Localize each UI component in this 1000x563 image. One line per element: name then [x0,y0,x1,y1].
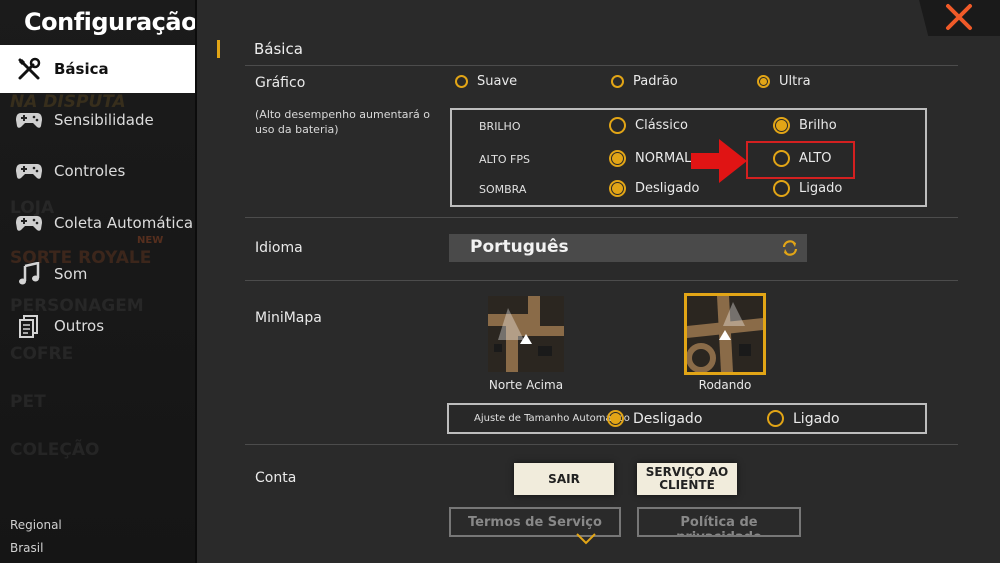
graphics-option-ultra[interactable]: Ultra [757,74,811,89]
radio-button[interactable] [609,117,626,134]
document-icon [14,311,44,341]
minimap-option-label: Rodando [698,378,752,392]
radio-button[interactable] [611,75,624,88]
language-value: Português [470,237,569,257]
customer-service-button[interactable]: SERVIÇO AO CLIENTE [637,463,737,495]
region-value: Brasil [10,541,44,555]
option-label: Clássico [635,118,688,133]
minimap-rotating-thumb[interactable] [684,293,766,375]
graphics-option-padrao[interactable]: Padrão [611,74,678,89]
section-title: Básica [254,40,303,58]
highlight-box [746,141,855,179]
sidebar-item-label: Outros [54,317,105,335]
red-arrow-icon [691,139,747,183]
logout-button[interactable]: SAIR [514,463,614,495]
auto-size-option-desligado[interactable]: Desligado [607,410,702,427]
page-title: Configuração [24,8,197,36]
graphics-option-suave[interactable]: Suave [455,74,517,89]
sombra-option-ligado[interactable]: Ligado [773,180,842,197]
settings-panel: Básica Gráfico (Alto desempenho aumentar… [199,0,1000,563]
sidebar-item-coleta-automatica[interactable]: Coleta Automática [0,199,195,247]
radio-button[interactable] [773,117,790,134]
graphics-note: (Alto desempenho aumentará o uso da bate… [255,108,431,136]
gamepad-icon [14,156,44,186]
fps-option-normal[interactable]: NORMAL [609,150,691,167]
radio-button[interactable] [757,75,770,88]
sidebar-item-label: Coleta Automática [54,214,194,232]
option-label: NORMAL [635,151,692,166]
option-label: Desligado [633,410,703,427]
minimap-label: MiniMapa [255,310,322,326]
music-note-icon [14,259,44,289]
sidebar-item-som[interactable]: Som [0,250,195,298]
chevron-down-icon[interactable] [575,532,597,546]
radio-button[interactable] [609,150,626,167]
minimap-north-up-thumb[interactable] [488,296,564,372]
sombra-option-desligado[interactable]: Desligado [609,180,699,197]
background-label: COLEÇÃO [10,440,100,460]
option-label: Brilho [799,118,837,133]
region-label: Regional [10,518,62,532]
radio-button[interactable] [773,180,790,197]
divider [245,444,958,445]
refresh-icon[interactable] [781,239,799,257]
gamepad-icon [14,105,44,135]
brilho-option-brilho[interactable]: Brilho [773,117,837,134]
option-label: Ligado [793,410,840,427]
radio-button[interactable] [607,410,624,427]
radio-button[interactable] [455,75,468,88]
sidebar-item-label: Básica [54,60,109,78]
radio-button[interactable] [609,180,626,197]
language-selector[interactable]: Português [449,234,807,262]
sidebar-item-basica[interactable]: Básica [0,45,195,93]
sidebar-item-outros[interactable]: Outros [0,302,195,350]
alto-fps-label: ALTO FPS [479,153,530,166]
sidebar-item-label: Sensibilidade [54,111,154,129]
option-label: Ligado [799,181,843,196]
privacy-policy-button[interactable]: Política de privacidade [637,507,801,537]
minimap-option-label: Norte Acima [488,378,564,392]
sidebar-item-label: Controles [54,162,126,180]
graphics-label: Gráfico [255,75,306,91]
option-label: Padrão [633,74,678,89]
sidebar-item-controles[interactable]: Controles [0,147,195,195]
sidebar: NA DISPUTA LOJA SORTE ROYALE NEW PERSONA… [0,0,197,563]
gamepad-icon [14,208,44,238]
close-icon[interactable] [944,2,974,32]
divider [245,65,958,66]
tools-icon [14,54,44,84]
divider [245,280,958,281]
background-label: PET [10,392,46,412]
sidebar-item-label: Som [54,265,88,283]
sombra-label: SOMBRA [479,183,527,196]
auto-size-option-ligado[interactable]: Ligado [767,410,840,427]
radio-button[interactable] [767,410,784,427]
language-label: Idioma [255,240,303,256]
option-label: Ultra [779,74,811,89]
divider [245,217,958,218]
sidebar-item-sensibilidade[interactable]: Sensibilidade [0,96,195,144]
account-label: Conta [255,470,297,486]
option-label: Suave [477,74,518,89]
brilho-label: BRILHO [479,120,521,133]
section-marker [217,40,220,58]
brilho-option-classico[interactable]: Clássico [609,117,688,134]
